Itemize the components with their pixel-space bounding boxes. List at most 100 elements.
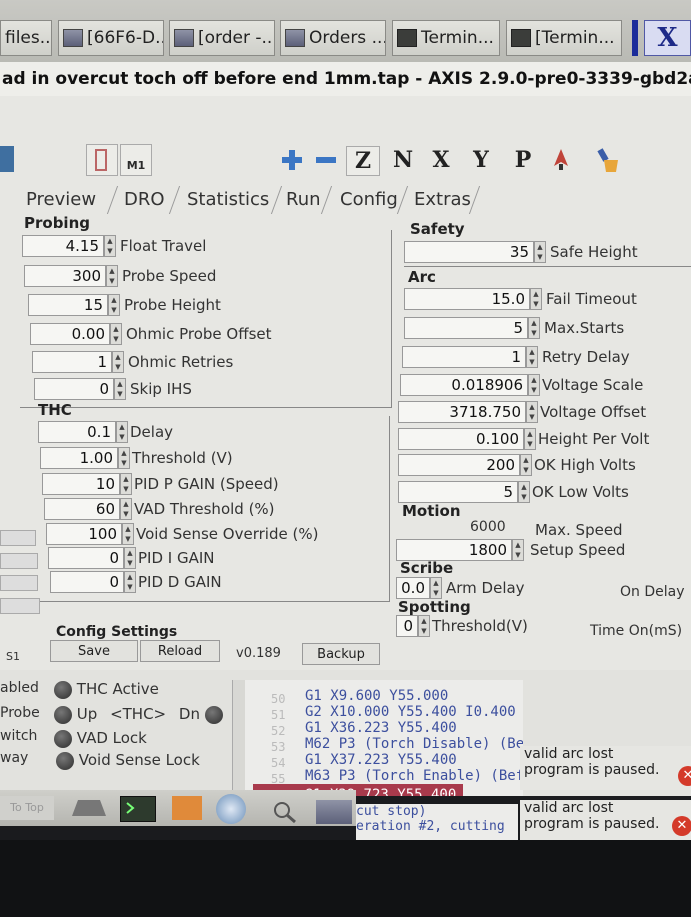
taskbar-item-terminal-2[interactable]: [Termin... [506, 20, 622, 56]
view-y-button[interactable]: Y [466, 146, 496, 174]
setup-speed-input[interactable]: 1800 [396, 539, 512, 561]
max-speed-value[interactable]: 6000 [470, 519, 506, 535]
taskbar-item-files[interactable]: files... [0, 20, 52, 56]
tab-preview[interactable]: Preview [26, 186, 96, 214]
fail-timeout-input[interactable]: 15.0 [404, 288, 530, 310]
delay-spinner[interactable]: ▲ ▼ [116, 421, 128, 443]
setup-speed-spinner[interactable]: ▲ ▼ [512, 539, 524, 561]
pid-p-gain-spinner[interactable]: ▲ ▼ [120, 473, 132, 495]
archive-icon[interactable] [172, 796, 202, 820]
max-starts-input[interactable]: 5 [404, 317, 528, 339]
max-starts-spinner[interactable]: ▲ ▼ [528, 317, 540, 339]
pid-i-gain-spinner[interactable]: ▲ ▼ [124, 547, 136, 569]
pid-p-gain-input[interactable]: 10 [42, 473, 120, 495]
delay-input[interactable]: 0.1 [38, 421, 116, 443]
edge-stub[interactable] [0, 530, 36, 546]
voltage-offset-spinner[interactable]: ▲ ▼ [526, 401, 538, 423]
view-x-button[interactable]: X [426, 146, 456, 174]
taskbar-item-terminal-1[interactable]: Termin... [392, 20, 500, 56]
safe-height-spinner[interactable]: ▲ ▼ [534, 241, 546, 263]
notification[interactable]: valid arc lost program is paused. ✕ [520, 746, 691, 790]
zoom-out-button[interactable] [314, 146, 338, 174]
skip-ihs-spinner[interactable]: ▲ ▼ [114, 378, 126, 400]
pid-i-gain-input[interactable]: 0 [48, 547, 124, 569]
taskbar-item-folder-1[interactable]: [66F6-D... [58, 20, 164, 56]
threshold-input[interactable]: 1.00 [40, 447, 118, 469]
save-button[interactable]: Save [50, 640, 138, 662]
edge-stub[interactable] [0, 553, 38, 569]
pid-d-gain-input[interactable]: 0 [50, 571, 124, 593]
ok-low-volts-input[interactable]: 5 [398, 481, 518, 503]
pid-i-gain-row: 0 ▲ ▼ PID I GAIN [48, 546, 215, 570]
tab-statistics[interactable]: Statistics [187, 186, 269, 214]
retry-delay-spinner[interactable]: ▲ ▼ [526, 346, 538, 368]
close-button[interactable]: X [644, 20, 691, 56]
edge-stub[interactable] [0, 598, 40, 614]
gcode-scrollbar[interactable] [233, 680, 245, 796]
threshold-spinner[interactable]: ▲ ▼ [118, 447, 130, 469]
terminal-icon[interactable] [120, 796, 156, 822]
browser-icon[interactable] [216, 794, 246, 824]
spotting-threshold-spinner[interactable]: ▲ ▼ [418, 615, 430, 637]
probe-speed-spinner[interactable]: ▲ ▼ [106, 265, 118, 287]
gcode-panel[interactable]: 50 G1 X9.600 Y55.000 51 G2 X10.000 Y55.4… [232, 680, 523, 796]
reload-button[interactable]: Reload [140, 640, 220, 662]
close-icon[interactable]: ✕ [678, 766, 691, 786]
vad-threshold-spinner[interactable]: ▲ ▼ [120, 498, 132, 520]
probe-height-input[interactable]: 15 [28, 294, 108, 316]
tab-extras[interactable]: Extras [414, 186, 471, 214]
skip-ihs-input[interactable]: 0 [34, 378, 114, 400]
voltage-scale-spinner[interactable]: ▲ ▼ [528, 374, 540, 396]
clear-plot-button[interactable] [594, 146, 624, 174]
ok-high-volts-spinner[interactable]: ▲ ▼ [520, 454, 532, 476]
folder-icon[interactable] [316, 800, 352, 824]
safe-height-input[interactable]: 35 [404, 241, 534, 263]
tab-dro[interactable]: DRO [124, 186, 165, 214]
view-p-button[interactable]: P [508, 146, 538, 174]
probe-speed-input[interactable]: 300 [24, 265, 106, 287]
toolbar-edit-button[interactable] [86, 144, 118, 176]
ohmic-retries-input[interactable]: 1 [32, 351, 112, 373]
desktop-icon[interactable] [66, 796, 108, 820]
message-fragment-box: cut stop) eration #2, cutting [356, 804, 518, 840]
ohmic-probe-offset-spinner[interactable]: ▲ ▼ [110, 323, 122, 345]
zoom-in-button[interactable] [280, 146, 304, 174]
vad-threshold-input[interactable]: 60 [44, 498, 120, 520]
voltage-scale-input[interactable]: 0.018906 [400, 374, 528, 396]
ohmic-retries-spinner[interactable]: ▲ ▼ [112, 351, 124, 373]
tab-run[interactable]: Run [286, 186, 321, 214]
ok-low-volts-spinner[interactable]: ▲ ▼ [518, 481, 530, 503]
taskbar-item-folder-2[interactable]: [order -... [169, 20, 275, 56]
toolbar-m1-button[interactable]: M1 [120, 144, 152, 176]
edge-button[interactable] [0, 146, 14, 172]
toggle-tool-button[interactable] [548, 146, 574, 174]
edge-stub[interactable] [0, 575, 38, 591]
ok-high-volts-input[interactable]: 200 [398, 454, 520, 476]
view-z-button[interactable]: Z [346, 146, 380, 176]
height-per-volt-input[interactable]: 0.100 [398, 428, 524, 450]
tab-config[interactable]: Config [340, 186, 398, 214]
arm-delay-input[interactable]: 0.0 [396, 577, 430, 599]
notification[interactable]: valid arc lost program is paused. ✕ [520, 800, 691, 840]
taskbar-item-orders[interactable]: Orders ... [280, 20, 386, 56]
float-travel-spinner[interactable]: ▲ ▼ [104, 235, 116, 257]
height-per-volt-spinner[interactable]: ▲ ▼ [524, 428, 536, 450]
fail-timeout-spinner[interactable]: ▲ ▼ [530, 288, 542, 310]
void-sense-lock-indicator: Void Sense Lock [56, 751, 200, 770]
pid-d-gain-spinner[interactable]: ▲ ▼ [124, 571, 136, 593]
search-icon[interactable] [270, 800, 300, 824]
probe-height-spinner[interactable]: ▲ ▼ [108, 294, 120, 316]
void-sense-override-input[interactable]: 100 [46, 523, 122, 545]
backup-button[interactable]: Backup [302, 643, 380, 665]
ohmic-retries-row: 1 ▲ ▼ Ohmic Retries [32, 350, 233, 374]
to-top-button[interactable]: To Top [0, 796, 54, 820]
voltage-offset-input[interactable]: 3718.750 [398, 401, 526, 423]
float-travel-input[interactable]: 4.15 [22, 235, 104, 257]
spotting-threshold-input[interactable]: 0 [396, 615, 418, 637]
arm-delay-spinner[interactable]: ▲ ▼ [430, 577, 442, 599]
void-sense-override-spinner[interactable]: ▲ ▼ [122, 523, 134, 545]
close-icon[interactable]: ✕ [672, 816, 691, 836]
view-z2-button[interactable]: N [390, 146, 416, 174]
ohmic-probe-offset-input[interactable]: 0.00 [30, 323, 110, 345]
retry-delay-input[interactable]: 1 [402, 346, 526, 368]
